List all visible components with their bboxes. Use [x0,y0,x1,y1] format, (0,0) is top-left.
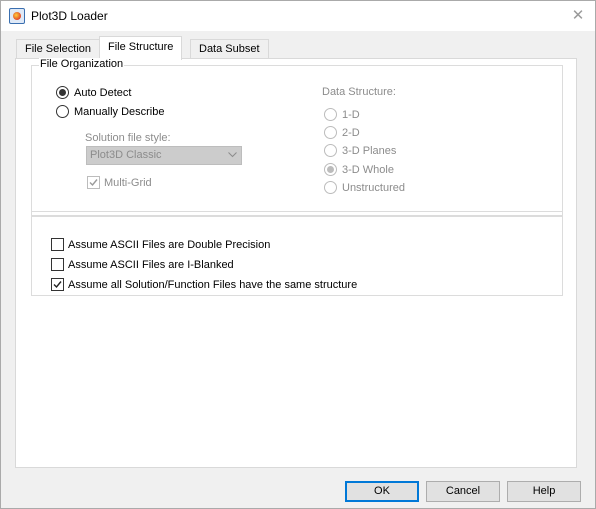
radio-unstructured-label: Unstructured [342,182,405,194]
cancel-button[interactable]: Cancel [426,481,500,502]
auto-detect-radio[interactable] [56,86,69,99]
close-button[interactable]: ✕ [563,4,593,28]
tab-label: Data Subset [199,43,260,55]
data-structure-label: Data Structure: [322,86,396,98]
ok-button[interactable]: OK [345,481,419,502]
checkmark-icon [53,281,62,289]
radio-1d[interactable] [324,108,337,121]
same-structure-label[interactable]: Assume all Solution/Function Files have … [68,279,357,291]
multi-grid-label: Multi-Grid [104,177,152,189]
app-logo-icon [9,8,25,24]
i-blanked-label[interactable]: Assume ASCII Files are I-Blanked [68,259,234,271]
chevron-down-icon [228,152,237,158]
same-structure-checkbox[interactable] [51,278,64,291]
group-title: File Organization [39,58,125,70]
radio-3d-planes-label: 3-D Planes [342,145,397,157]
manually-describe-radio[interactable] [56,105,69,118]
radio-2d-label: 2-D [342,127,360,139]
tab-data-subset[interactable]: Data Subset [190,39,269,58]
double-precision-label[interactable]: Assume ASCII Files are Double Precision [68,239,270,251]
tab-label: File Structure [108,41,174,53]
plot3d-loader-dialog: Plot3D Loader ✕ File Selection File Stru… [0,0,596,509]
solution-style-value: Plot3D Classic [90,149,162,161]
tab-file-structure[interactable]: File Structure [99,36,183,60]
tab-label: File Selection [25,43,92,55]
i-blanked-checkbox[interactable] [51,258,64,271]
help-button[interactable]: Help [507,481,581,502]
solution-style-label: Solution file style: [85,132,171,144]
radio-3d-whole-label: 3-D Whole [342,164,394,176]
solution-style-select[interactable]: Plot3D Classic [86,146,242,165]
radio-unstructured[interactable] [324,181,337,194]
radio-3d-planes[interactable] [324,144,337,157]
radio-3d-whole[interactable] [324,163,337,176]
multi-grid-checkbox[interactable] [87,176,100,189]
radio-2d[interactable] [324,126,337,139]
radio-1d-label: 1-D [342,109,360,121]
title-bar: Plot3D Loader ✕ [1,1,595,31]
double-precision-checkbox[interactable] [51,238,64,251]
window-title: Plot3D Loader [31,9,108,23]
manually-describe-label[interactable]: Manually Describe [74,106,164,118]
checkmark-icon [89,179,98,187]
tab-file-selection[interactable]: File Selection [16,39,101,58]
auto-detect-label[interactable]: Auto Detect [74,87,131,99]
